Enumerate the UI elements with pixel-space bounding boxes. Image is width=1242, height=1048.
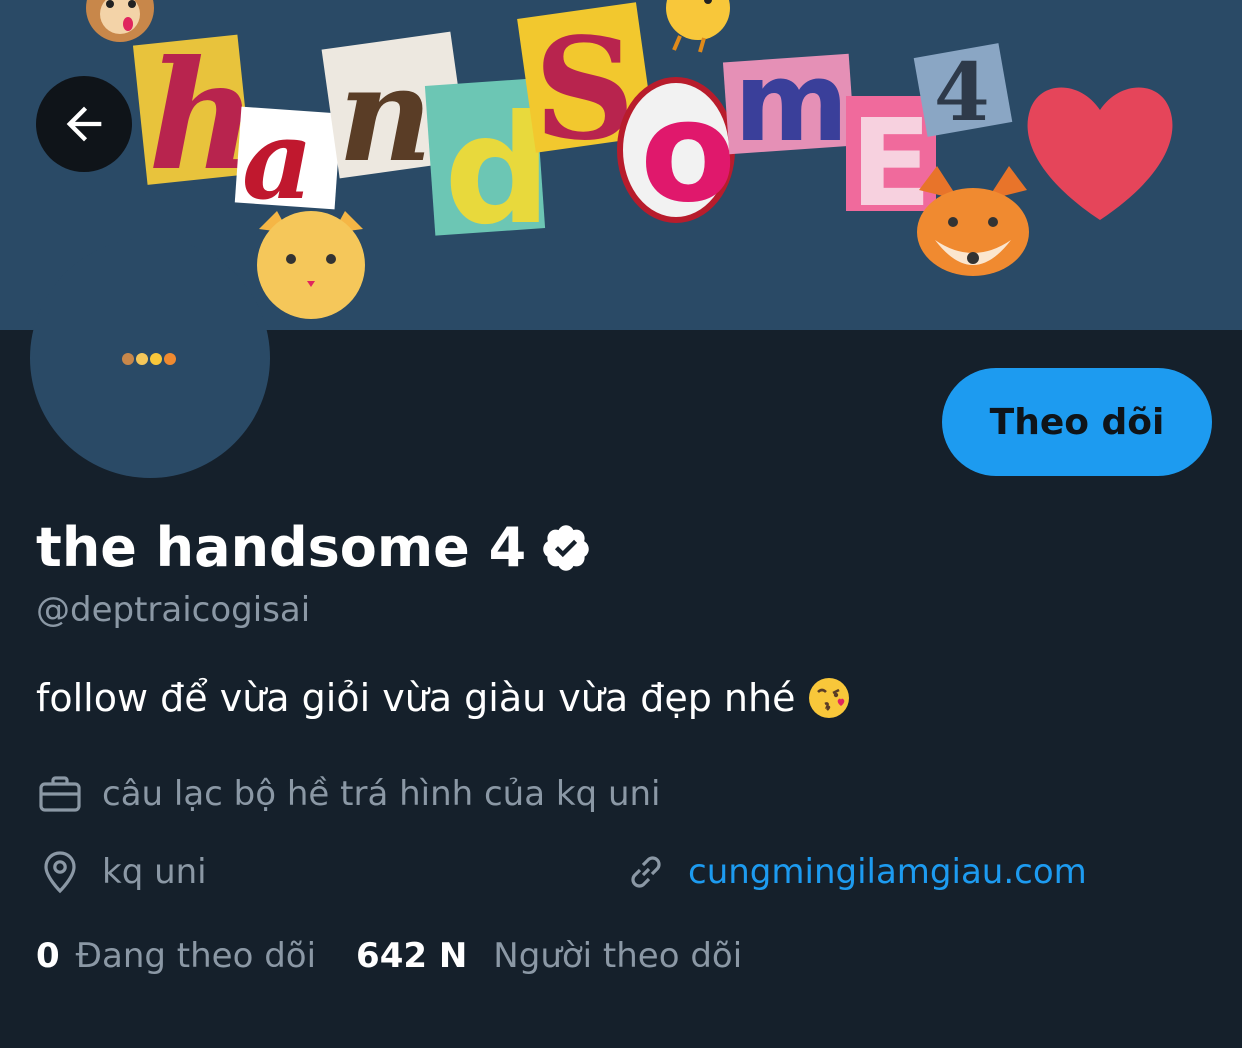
avatar-emoji-strip xyxy=(122,353,176,365)
username-handle: @deptraicogisai xyxy=(36,590,311,630)
following-count[interactable]: 0 xyxy=(36,936,60,976)
location-text: kq uni xyxy=(102,852,207,892)
display-name-text: the handsome 4 xyxy=(36,516,527,579)
svg-text:o: o xyxy=(640,71,736,234)
followers-count[interactable]: 642 N xyxy=(356,936,467,976)
banner-heart xyxy=(1027,87,1173,220)
follow-stats: 0 Đang theo dõi 642 N Người theo dõi xyxy=(36,936,742,976)
svg-text:4: 4 xyxy=(934,45,990,139)
website-link[interactable]: cungmingilamgiau.com xyxy=(688,852,1087,892)
briefcase-icon xyxy=(39,776,81,812)
location-info: kq uni xyxy=(36,848,207,896)
location-pin-icon xyxy=(44,851,76,894)
bio: follow để vừa giỏi vừa giàu vừa đẹp nhé xyxy=(36,672,851,724)
work-info: câu lạc bộ hề trá hình của kq uni xyxy=(36,770,661,818)
website-info: cungmingilamgiau.com xyxy=(622,848,1087,896)
svg-text:m: m xyxy=(734,38,849,166)
followers-label[interactable]: Người theo dõi xyxy=(493,936,742,976)
work-text: câu lạc bộ hề trá hình của kq uni xyxy=(102,774,661,814)
link-icon xyxy=(631,856,661,888)
svg-text:a: a xyxy=(242,95,313,224)
following-label[interactable]: Đang theo dõi xyxy=(76,936,316,976)
follow-button[interactable]: Theo dõi xyxy=(942,368,1212,476)
avatar[interactable] xyxy=(30,238,270,478)
svg-text:E: E xyxy=(850,95,932,234)
face-blowing-kiss-icon xyxy=(809,678,850,718)
verified-badge-icon[interactable] xyxy=(540,522,592,574)
display-name: the handsome 4 xyxy=(36,514,592,582)
svg-text:n: n xyxy=(338,38,433,191)
bio-text: follow để vừa giỏi vừa giàu vừa đẹp nhé xyxy=(36,676,796,720)
back-button[interactable] xyxy=(36,76,132,172)
arrow-left-icon xyxy=(66,106,102,142)
